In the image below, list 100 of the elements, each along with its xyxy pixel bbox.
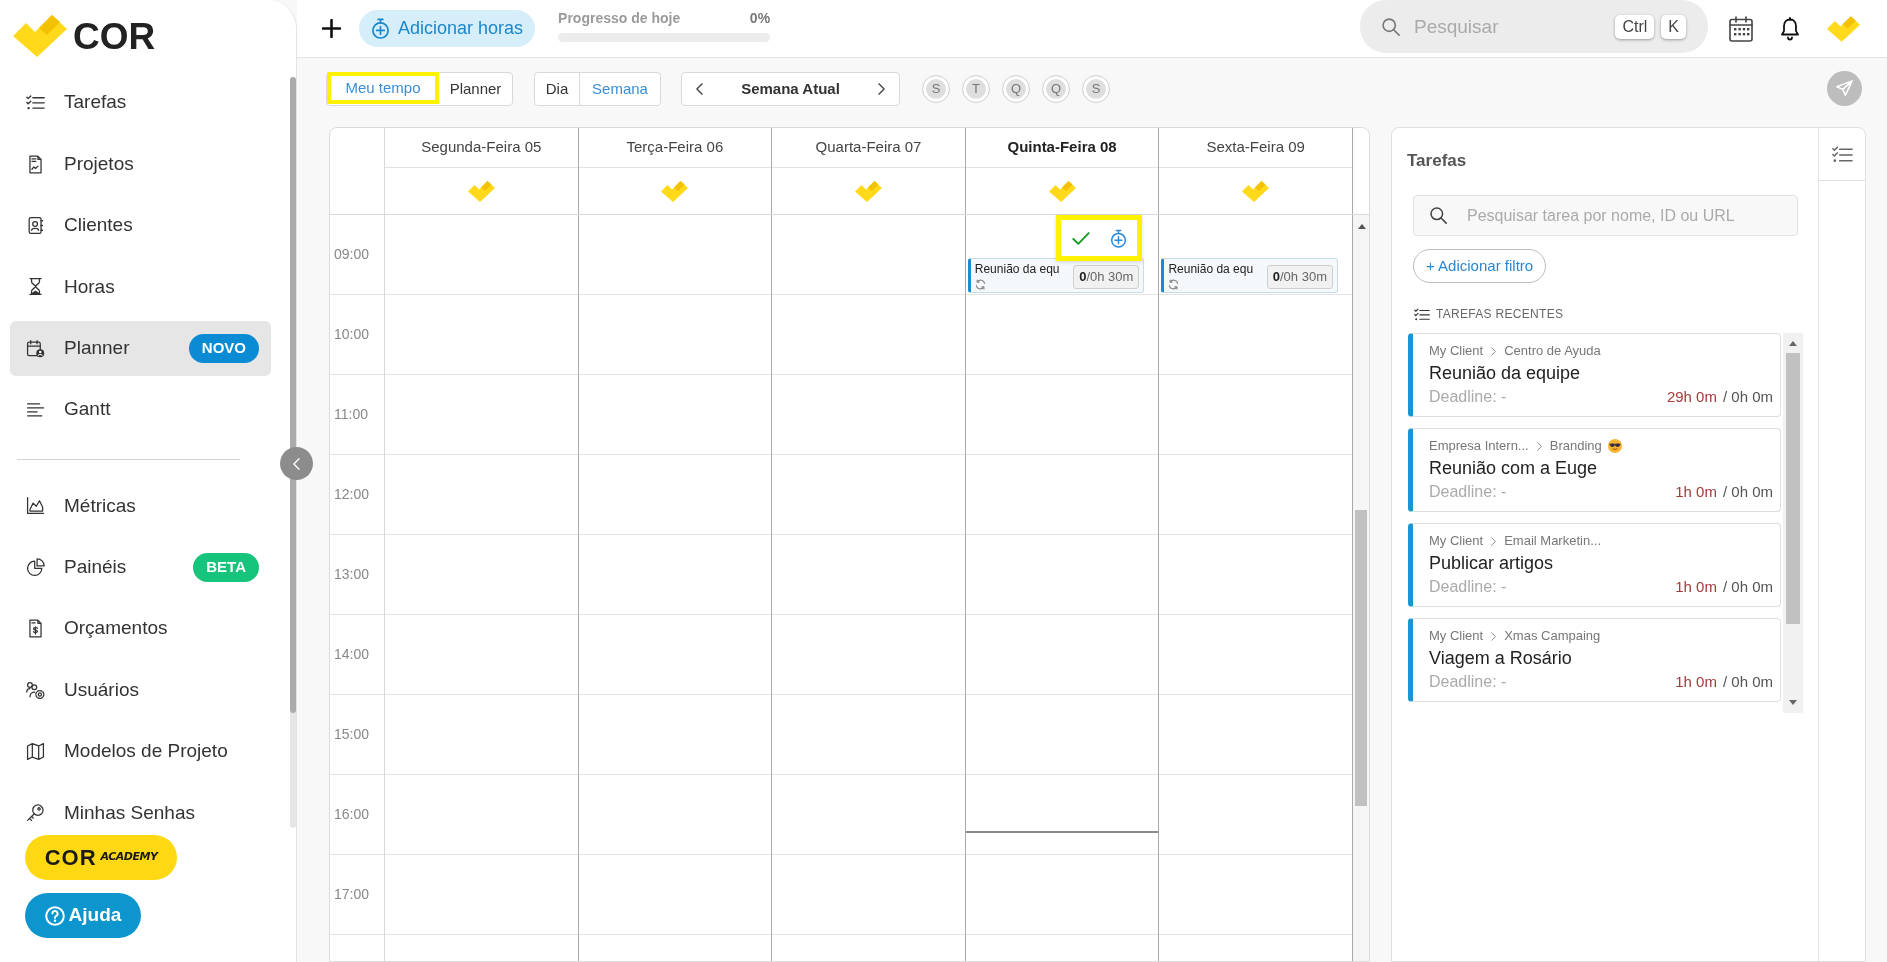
check-logo-icon [1048,180,1076,202]
planned-time: / 0h 0m [1722,387,1773,406]
map-icon [26,742,45,761]
spent-time: 1h 0m [1675,482,1717,501]
check-logo-icon[interactable] [1827,15,1860,42]
range-tab[interactable]: Dia [535,73,579,105]
task-card[interactable]: My Client Centro de Ayuda Reunião da equipe Deadline: - 29h 0m / 0h 0m [1408,333,1781,417]
chevron-right-icon [1491,346,1497,356]
client-name: My Client [1429,343,1484,359]
sidebar-nav-item[interactable]: Tarefas [10,80,271,125]
calendar-icon[interactable] [1729,15,1753,42]
event-title: Reunião da equ [974,262,1060,276]
time-label: 16:00 [334,805,370,824]
view-tab[interactable]: Meu tempo [327,72,439,104]
sidebar-nav-item[interactable]: Usuários [10,668,271,713]
keyboard-key: K [1661,15,1686,39]
day-header: Segunda-Feira 05 [421,137,542,158]
spent-time: 1h 0m [1675,577,1717,596]
keyboard-key: Ctrl [1615,15,1655,39]
task-card[interactable]: Empresa Intern... Branding Reunião com a Euge Deadline: - 1h 0m / 0h 0m [1408,428,1781,512]
hourglass-icon [26,277,45,297]
calendar-person-icon [26,338,45,358]
time-badge: 0/0h 30m [1073,265,1140,289]
sidebar-nav-item[interactable]: Horas [10,264,271,309]
checklist-icon [1414,307,1430,321]
send-button[interactable] [1827,71,1862,106]
sidebar-nav-item[interactable]: Projetos [10,142,271,187]
day-header: Terça-Feira 06 [626,137,724,158]
client-name: My Client [1429,628,1484,644]
sidebar-nav-item[interactable]: Modelos de Projeto [10,729,271,774]
day-header: Quarta-Feira 07 [815,137,922,158]
task-list-scrollbar[interactable] [1783,333,1803,713]
key-icon [26,803,45,823]
project-name: Email Marketin... [1504,533,1601,549]
time-label: 17:00 [334,885,370,904]
week-label: Semana Atual [741,78,840,99]
plus-icon[interactable] [322,19,341,38]
sidebar-nav-item[interactable]: Gantt [10,387,271,432]
task-title: Publicar artigos [1429,552,1554,575]
chevron-right-icon [1536,441,1542,451]
time-label: 10:00 [334,325,370,344]
check-logo-icon [1242,180,1270,202]
time-badge: 0/0h 30m [1266,265,1333,289]
sidebar-nav-item[interactable]: Métricas [10,483,271,528]
area-chart-icon [26,496,45,516]
check-icon[interactable] [1071,230,1090,246]
sidebar-nav-item[interactable]: Clientes [10,203,271,248]
time-label: 12:00 [334,485,370,504]
logo-text: COR [73,17,156,55]
deadline-text: Deadline: - [1429,577,1507,596]
stopwatch-plus-icon[interactable] [1110,228,1128,248]
project-name: Centro de Ayuda [1504,343,1601,359]
label-badge: BETA [193,552,259,582]
sidebar-scrollbar[interactable] [290,77,296,828]
stopwatch-plus-icon [371,18,390,39]
view-tab[interactable]: Planner [439,73,512,105]
progress-value: 0% [749,10,771,27]
day-header: Sexta-Feira 09 [1206,137,1305,158]
task-search-field[interactable]: Pesquisar tarea por nome, ID ou URL [1413,195,1798,236]
label-badge: NOVO [188,333,259,363]
planned-time: / 0h 0m [1722,482,1773,501]
chevron-left-icon[interactable] [696,83,703,95]
event-card[interactable]: Reunião da equ 0/0h 30m [1161,258,1338,293]
scroll-down-arrow-icon[interactable] [1789,700,1797,705]
deadline-text: Deadline: - [1429,672,1507,691]
chevron-right-icon[interactable] [878,83,885,95]
users-gear-icon [26,680,45,700]
check-logo-icon [661,180,689,202]
checklist-icon[interactable] [1831,145,1853,163]
time-label: 14:00 [334,645,370,664]
event-card[interactable]: Reunião da equ 0/0h 30m [967,258,1145,293]
collapse-button[interactable] [280,447,313,480]
spent-time: 1h 0m [1675,672,1717,691]
spent-time: 29h 0m [1666,387,1717,406]
sidebar-nav-item[interactable]: Planner NOVO [10,320,271,376]
notification-bell-icon[interactable] [1780,16,1800,41]
task-title: Reunião da equipe [1429,362,1581,385]
logo-mark-icon [13,15,67,57]
sidebar-nav-item[interactable]: Orçamentos [10,606,271,651]
task-card[interactable]: My Client Email Marketin... Publicar artigos Deadline: - 1h 0m / 0h 0m [1408,523,1781,607]
chevron-left-icon [293,457,300,470]
scrollbar-thumb[interactable] [1354,510,1367,806]
scroll-up-arrow-icon[interactable] [1357,224,1366,229]
planned-time: / 0h 0m [1722,672,1773,691]
time-label: 13:00 [334,565,370,584]
sidebar-nav-item[interactable]: Minhas Senhas [10,790,271,835]
event-title: Reunião da equ [1168,262,1254,276]
invoice-dollar-icon [26,619,45,639]
scrollbar-thumb[interactable] [1786,353,1800,624]
check-logo-icon [855,180,882,202]
sidebar-nav-item[interactable]: Painéis BETA [10,545,271,590]
range-tab[interactable]: Semana [579,73,660,105]
scroll-up-arrow-icon[interactable] [1789,341,1797,346]
project-name: Xmas Campaing [1504,628,1601,644]
deadline-text: Deadline: - [1429,482,1507,501]
task-card[interactable]: My Client Xmas Campaing Viagem a Rosário Deadline: - 1h 0m / 0h 0m [1408,618,1781,702]
scrollbar-thumb[interactable] [290,77,296,713]
day-header: Quinta-Feira 08 [1007,137,1117,158]
time-label: 11:00 [334,405,368,424]
chevron-right-icon [1491,536,1497,546]
